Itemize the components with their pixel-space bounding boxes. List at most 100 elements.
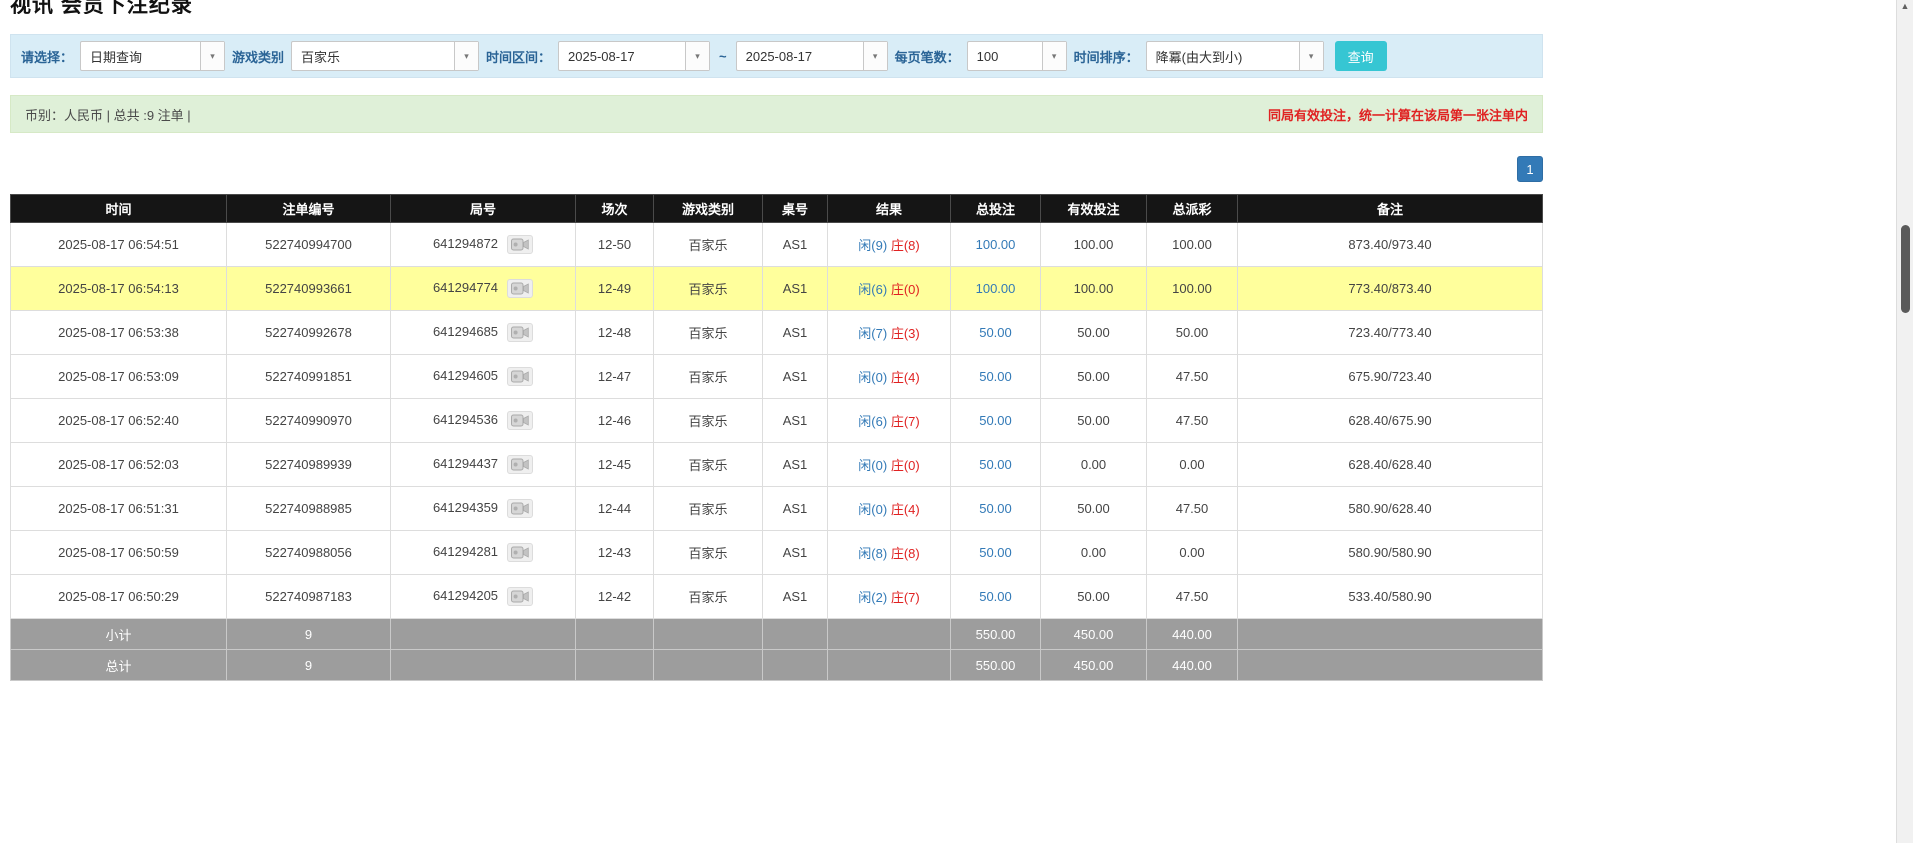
round-number: 641294281 (433, 544, 498, 559)
cell-game-type: 百家乐 (654, 575, 763, 619)
summary-payout: 440.00 (1147, 650, 1238, 681)
cell-bet-id: 522740987183 (227, 575, 391, 619)
video-replay-icon[interactable] (507, 323, 533, 342)
summary-empty-cell (1238, 619, 1543, 650)
page-button-1[interactable]: 1 (1517, 156, 1543, 182)
total-bet-link[interactable]: 50.00 (979, 413, 1012, 428)
cell-total-bet: 50.00 (951, 355, 1041, 399)
sort-order-select[interactable]: 降冪(由大到小) ▾ (1146, 41, 1324, 71)
cell-table-no: AS1 (763, 223, 828, 267)
cell-game-type: 百家乐 (654, 487, 763, 531)
page-size-select[interactable]: 100 ▾ (967, 41, 1067, 71)
cell-payout: 47.50 (1147, 399, 1238, 443)
cell-payout: 47.50 (1147, 575, 1238, 619)
cell-valid-bet: 100.00 (1041, 223, 1147, 267)
column-header: 游戏类别 (654, 195, 763, 223)
video-replay-icon[interactable] (507, 279, 533, 298)
video-replay-icon[interactable] (507, 235, 533, 254)
cell-remark: 675.90/723.40 (1238, 355, 1543, 399)
scroll-up-arrow-icon[interactable]: ▲ (1897, 1, 1913, 11)
scrollbar-thumb[interactable] (1901, 225, 1910, 313)
table-row: 2025-08-17 06:54:51522740994700641294872… (11, 223, 1543, 267)
cell-valid-bet: 0.00 (1041, 531, 1147, 575)
select-label: 请选择： (21, 47, 73, 66)
cell-time: 2025-08-17 06:52:40 (11, 399, 227, 443)
column-header: 总派彩 (1147, 195, 1238, 223)
cell-total-bet: 50.00 (951, 531, 1041, 575)
cell-table-no: AS1 (763, 267, 828, 311)
total-bet-link[interactable]: 50.00 (979, 589, 1012, 604)
banker-result: 庄(4) (891, 502, 920, 517)
video-replay-icon[interactable] (507, 587, 533, 606)
round-number: 641294685 (433, 324, 498, 339)
cell-table-no: AS1 (763, 443, 828, 487)
date-from-select[interactable]: 2025-08-17 ▾ (558, 41, 710, 71)
cell-session: 12-45 (576, 443, 654, 487)
video-replay-icon[interactable] (507, 411, 533, 430)
chevron-down-icon[interactable]: ▾ (200, 42, 224, 70)
cell-valid-bet: 50.00 (1041, 487, 1147, 531)
video-replay-icon[interactable] (507, 367, 533, 386)
total-bet-link[interactable]: 50.00 (979, 325, 1012, 340)
total-bet-link[interactable]: 100.00 (976, 281, 1016, 296)
page-title-clip: 视讯 会员下注纪录 (10, 0, 1543, 14)
cell-session: 12-49 (576, 267, 654, 311)
total-bet-link[interactable]: 100.00 (976, 237, 1016, 252)
cell-table-no: AS1 (763, 311, 828, 355)
banker-result: 庄(0) (891, 282, 920, 297)
date-from-value: 2025-08-17 (559, 49, 644, 64)
cell-session: 12-44 (576, 487, 654, 531)
cell-session: 12-48 (576, 311, 654, 355)
chevron-down-icon[interactable]: ▾ (863, 42, 887, 70)
total-bet-link[interactable]: 50.00 (979, 545, 1012, 560)
cell-bet-id: 522740994700 (227, 223, 391, 267)
cell-remark: 628.40/628.40 (1238, 443, 1543, 487)
cell-table-no: AS1 (763, 399, 828, 443)
round-number: 641294437 (433, 456, 498, 471)
table-header-row: 时间注单编号局号场次游戏类别桌号结果总投注有效投注总派彩备注 (11, 195, 1543, 223)
cell-remark: 580.90/580.90 (1238, 531, 1543, 575)
table-row: 2025-08-17 06:54:13522740993661641294774… (11, 267, 1543, 311)
cell-payout: 0.00 (1147, 443, 1238, 487)
video-replay-icon[interactable] (507, 499, 533, 518)
chevron-down-icon[interactable]: ▾ (454, 42, 478, 70)
cell-payout: 47.50 (1147, 487, 1238, 531)
page-title: 视讯 会员下注纪录 (10, 0, 1543, 14)
player-result: 闲(2) (858, 590, 887, 605)
round-number: 641294774 (433, 280, 498, 295)
cell-session: 12-50 (576, 223, 654, 267)
scrollbar[interactable]: ▲ (1896, 0, 1913, 843)
cell-bet-id: 522740991851 (227, 355, 391, 399)
date-range-separator: ~ (717, 49, 729, 64)
cell-time: 2025-08-17 06:50:59 (11, 531, 227, 575)
chevron-down-icon[interactable]: ▾ (1042, 42, 1066, 70)
cell-bet-id: 522740988056 (227, 531, 391, 575)
page-size-value: 100 (968, 49, 1008, 64)
banker-result: 庄(8) (891, 238, 920, 253)
cell-total-bet: 50.00 (951, 443, 1041, 487)
total-bet-link[interactable]: 50.00 (979, 369, 1012, 384)
summary-label: 小计 (11, 619, 227, 650)
cell-game-type: 百家乐 (654, 223, 763, 267)
round-number: 641294605 (433, 368, 498, 383)
game-type-value: 百家乐 (292, 47, 349, 66)
total-bet-link[interactable]: 50.00 (979, 501, 1012, 516)
chevron-down-icon[interactable]: ▾ (1299, 42, 1323, 70)
query-type-select[interactable]: 日期查询 ▾ (80, 41, 225, 71)
date-to-select[interactable]: 2025-08-17 ▾ (736, 41, 888, 71)
cell-table-no: AS1 (763, 355, 828, 399)
summary-empty-cell (391, 619, 576, 650)
player-result: 闲(8) (858, 546, 887, 561)
total-bet-link[interactable]: 50.00 (979, 457, 1012, 472)
cell-payout: 0.00 (1147, 531, 1238, 575)
chevron-down-icon[interactable]: ▾ (685, 42, 709, 70)
column-header: 时间 (11, 195, 227, 223)
summary-count: 9 (227, 619, 391, 650)
game-type-select[interactable]: 百家乐 ▾ (291, 41, 479, 71)
cell-result: 闲(0) 庄(4) (828, 355, 951, 399)
summary-payout: 440.00 (1147, 619, 1238, 650)
video-replay-icon[interactable] (507, 455, 533, 474)
video-replay-icon[interactable] (507, 543, 533, 562)
search-button[interactable]: 查询 (1335, 41, 1387, 71)
cell-time: 2025-08-17 06:54:51 (11, 223, 227, 267)
